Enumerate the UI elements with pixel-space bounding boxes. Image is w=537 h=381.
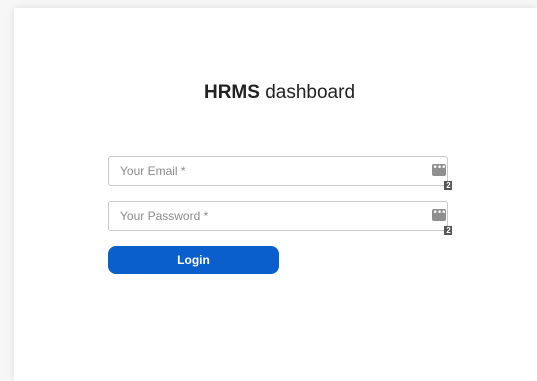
password-manager-icon[interactable]: ••• 2 [432, 208, 452, 235]
password-input[interactable] [109, 202, 420, 230]
page-title: HRMS dashboard [14, 82, 537, 104]
email-field-wrapper: ••• 2 [108, 156, 452, 190]
email-input[interactable] [109, 157, 420, 185]
login-button[interactable]: Login [108, 246, 279, 274]
password-field-wrapper: ••• 2 [108, 201, 452, 235]
password-manager-count-badge: 2 [444, 181, 452, 190]
login-card: HRMS dashboard ••• 2 ••• 2 Login [14, 8, 537, 381]
password-manager-glyph: ••• [432, 163, 447, 173]
brand-name: HRMS [203, 82, 260, 103]
title-text: dashboard [265, 82, 356, 103]
password-manager-count-badge: 2 [444, 226, 452, 235]
password-manager-glyph: ••• [432, 208, 447, 218]
password-manager-icon[interactable]: ••• 2 [432, 163, 452, 190]
